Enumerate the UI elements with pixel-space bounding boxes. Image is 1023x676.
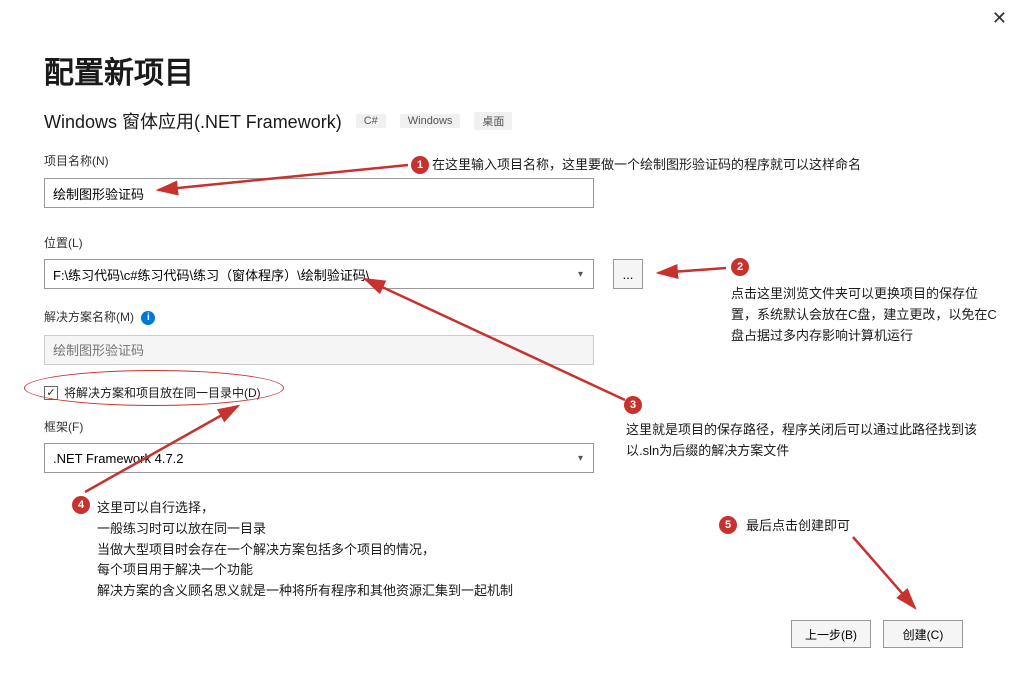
tag-csharp: C# xyxy=(356,114,386,128)
framework-select[interactable] xyxy=(44,443,594,473)
solution-name-label: 解决方案名称(M) i xyxy=(44,308,155,325)
browse-button[interactable]: ... xyxy=(613,259,643,289)
annotation-text-4: 这里可以自行选择， 一般练习时可以放在同一目录 当做大型项目时会存在一个解决方案… xyxy=(97,498,637,602)
framework-label: 框架(F) xyxy=(44,418,83,435)
checkbox-label: 将解决方案和项目放在同一目录中(D) xyxy=(64,384,261,401)
page-title: 配置新项目 xyxy=(44,48,194,92)
info-icon[interactable]: i xyxy=(141,311,155,325)
annotation-text-3: 这里就是项目的保存路径，程序关闭后可以通过此路径找到该以.sln为后缀的解决方案… xyxy=(626,420,1006,462)
project-name-input[interactable] xyxy=(44,178,594,208)
tag-windows: Windows xyxy=(400,114,461,128)
solution-name-input xyxy=(44,335,594,365)
tag-desktop: 桌面 xyxy=(474,112,512,130)
annotation-text-1: 在这里输入项目名称，这里要做一个绘制图形验证码的程序就可以这样命名 xyxy=(432,155,861,176)
annotation-badge-4: 4 xyxy=(72,496,90,514)
project-type-subtitle: Windows 窗体应用(.NET Framework) xyxy=(44,108,342,134)
annotation-badge-3: 3 xyxy=(624,396,642,414)
annotation-badge-5: 5 xyxy=(719,516,737,534)
location-label: 位置(L) xyxy=(44,234,83,251)
annotation-badge-2: 2 xyxy=(731,258,749,276)
project-name-label: 项目名称(N) xyxy=(44,152,109,169)
back-button[interactable]: 上一步(B) xyxy=(791,620,871,648)
checkbox-icon: ✓ xyxy=(44,386,58,400)
same-directory-checkbox[interactable]: ✓ 将解决方案和项目放在同一目录中(D) xyxy=(44,384,261,401)
location-input[interactable] xyxy=(44,259,594,289)
create-button[interactable]: 创建(C) xyxy=(883,620,963,648)
annotation-text-5: 最后点击创建即可 xyxy=(746,516,850,537)
annotation-badge-1: 1 xyxy=(411,156,429,174)
annotation-text-2: 点击这里浏览文件夹可以更换项目的保存位置，系统默认会放在C盘，建立更改，以免在C… xyxy=(731,284,1001,346)
close-icon[interactable]: ✕ xyxy=(992,8,1007,29)
